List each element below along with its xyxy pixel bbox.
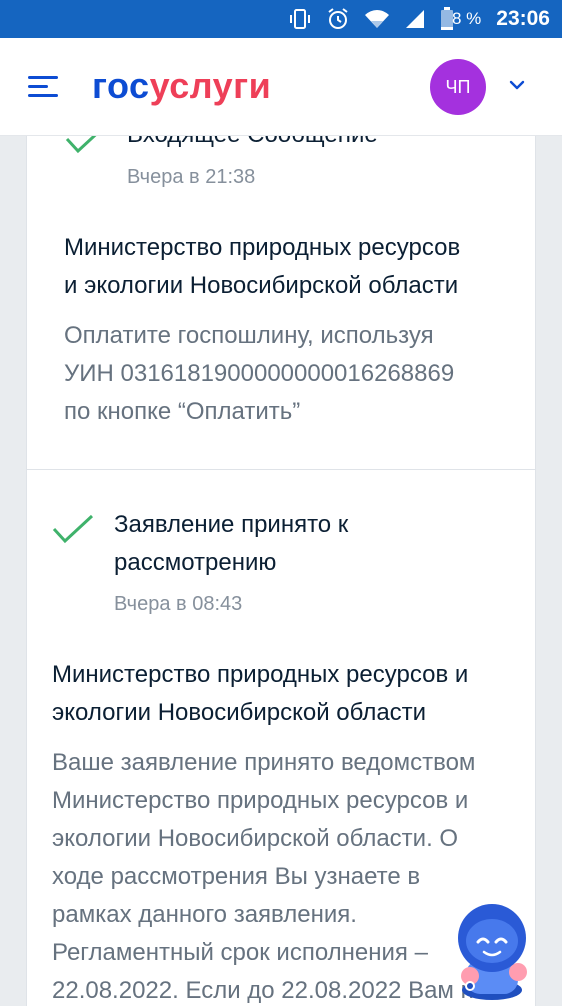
wifi-icon: [365, 10, 389, 28]
clock: 23:06: [496, 7, 550, 30]
message-line: Ваше заявление принято ведомством: [52, 749, 476, 776]
message-line: Министерство природных ресурсов и: [52, 787, 469, 814]
gosuslugi-logo[interactable]: госуслуги: [92, 65, 271, 107]
avatar[interactable]: ЧП: [430, 59, 486, 115]
check-icon: [52, 514, 94, 544]
message-line: Регламентный срок исполнения –: [52, 939, 428, 966]
chevron-down-icon[interactable]: [508, 76, 526, 94]
event-time: Вчера в 21:38: [127, 166, 256, 188]
assistant-robot-icon[interactable]: [440, 898, 538, 1000]
vibrate-icon: [290, 9, 310, 29]
title-line: Заявление принято к: [114, 511, 349, 538]
event-title: Входящее Сообщение: [127, 136, 378, 154]
event-organization: Министерство природных ресурсов и эколог…: [52, 656, 468, 732]
battery-percent: 8 %: [452, 9, 482, 28]
logo-part-gos: гос: [92, 65, 150, 106]
check-icon: [65, 136, 97, 154]
org-line: и экологии Новосибирской области: [64, 272, 459, 299]
divider: [27, 469, 535, 470]
alarm-icon: [328, 8, 348, 29]
avatar-initials: ЧП: [445, 76, 471, 97]
message-line: 22.08.2022. Если до 22.08.2022 Вам не: [52, 977, 488, 1004]
title-line: рассмотрению: [114, 549, 277, 576]
org-line: экологии Новосибирской области: [52, 699, 427, 726]
org-line: Министерство природных ресурсов: [64, 234, 461, 261]
message-line: рамках данного заявления.: [52, 901, 357, 928]
message-line: Оплатите госпошлину, используя: [64, 322, 434, 349]
signal-icon: [406, 10, 424, 28]
event-message: Ваше заявление принято ведомством Минист…: [52, 744, 487, 1006]
logo-part-uslugi: услуги: [149, 65, 272, 106]
menu-icon[interactable]: [28, 74, 62, 100]
message-line: УИН 0316181900000000016268869: [64, 360, 455, 387]
event-title: Заявление принято к рассмотрению: [114, 506, 348, 582]
message-line: по кнопке “Оплатить”: [64, 398, 301, 425]
status-bar: 8 % 23:06: [0, 0, 562, 38]
app-header: госуслуги ЧП: [0, 38, 562, 136]
events-card: Входящее Сообщение Вчера в 21:38 Министе…: [26, 136, 536, 1006]
message-line: экологии Новосибирской области. О: [52, 825, 459, 852]
event-message: Оплатите госпошлину, используя УИН 03161…: [64, 317, 454, 431]
org-line: Министерство природных ресурсов и: [52, 661, 469, 688]
status-icons: [288, 7, 454, 31]
message-line: ходе рассмотрения Вы узнаете в: [52, 863, 421, 890]
event-time: Вчера в 08:43: [114, 593, 243, 615]
event-organization: Министерство природных ресурсов и эколог…: [64, 229, 460, 305]
